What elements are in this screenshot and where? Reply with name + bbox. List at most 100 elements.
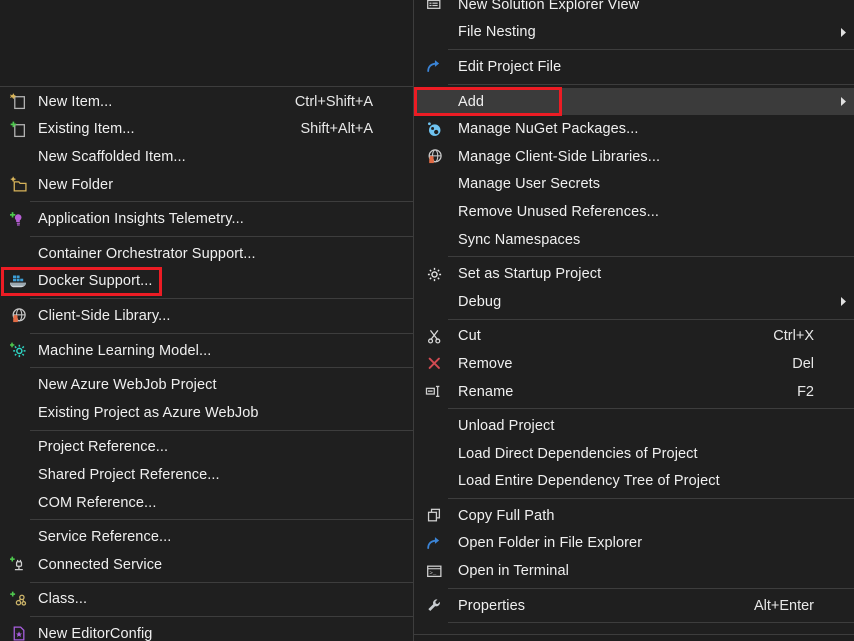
submenu-chevron-right-icon — [832, 27, 854, 38]
menu-item-label: New EditorConfig — [36, 626, 391, 641]
menu-item-label: Remove Unused References... — [454, 204, 832, 220]
menu-item-label: New Azure WebJob Project — [36, 377, 391, 393]
add-submenu[interactable]: New Item...Ctrl+Shift+A Existing Item...… — [0, 86, 414, 641]
menu-item-label: Open in Terminal — [454, 563, 832, 579]
screen: New Item...Ctrl+Shift+A Existing Item...… — [0, 0, 854, 641]
menu-item-open-folder-in-file-explorer[interactable]: Open Folder in File Explorer — [414, 530, 854, 558]
menu-item-properties[interactable]: PropertiesAlt+Enter — [414, 592, 854, 620]
menu-item-label: Copy Full Path — [454, 508, 832, 524]
menu-item-project-reference[interactable]: Project Reference... — [0, 434, 413, 462]
menu-item-file-nesting[interactable]: File Nesting — [414, 19, 854, 47]
menu-item-icon-placeholder — [0, 371, 36, 399]
menu-item-icon-placeholder — [414, 88, 454, 116]
menu-item-new-folder[interactable]: New Folder — [0, 171, 413, 199]
menu-item-add[interactable]: Add — [414, 88, 854, 116]
menu-item-machine-learning-model[interactable]: Machine Learning Model... — [0, 337, 413, 365]
menu-item-label: COM Reference... — [36, 495, 391, 511]
menu-separator — [30, 519, 413, 520]
menu-item-icon-placeholder — [414, 440, 454, 468]
menu-separator — [30, 582, 413, 583]
menu-item-label: Connected Service — [36, 557, 391, 573]
terminal-icon: >_ — [414, 557, 454, 585]
menu-separator — [448, 498, 854, 499]
menu-item-sync-namespaces[interactable]: Sync Namespaces — [414, 226, 854, 254]
menu-item-label: Application Insights Telemetry... — [36, 211, 391, 227]
menu-item-label: Debug — [454, 294, 832, 310]
menu-item-manage-user-secrets[interactable]: Manage User Secrets — [414, 171, 854, 199]
menu-item-label: Client-Side Library... — [36, 308, 391, 324]
menu-item-load-direct-dependencies-of-project[interactable]: Load Direct Dependencies of Project — [414, 440, 854, 468]
menu-item-com-reference[interactable]: COM Reference... — [0, 489, 413, 517]
remove-icon — [414, 350, 454, 378]
menu-item-docker-support[interactable]: Docker Support... — [0, 268, 413, 296]
menu-item-label: Add — [454, 94, 832, 110]
menu-item-service-reference[interactable]: Service Reference... — [0, 523, 413, 551]
menu-separator — [30, 333, 413, 334]
menu-item-label: New Scaffolded Item... — [36, 149, 391, 165]
menu-item-container-orchestrator-support[interactable]: Container Orchestrator Support... — [0, 240, 413, 268]
menu-item-new-scaffolded-item[interactable]: New Scaffolded Item... — [0, 143, 413, 171]
menu-item-existing-item[interactable]: Existing Item...Shift+Alt+A — [0, 116, 413, 144]
menu-item-new-editorconfig[interactable]: New EditorConfig — [0, 620, 413, 641]
gear-icon — [414, 260, 454, 288]
menu-item-edit-project-file[interactable]: Edit Project File — [414, 53, 854, 81]
menu-item-remove-unused-references[interactable]: Remove Unused References... — [414, 198, 854, 226]
cut-icon — [414, 323, 454, 351]
menu-item-shortcut: Del — [792, 356, 832, 372]
menu-item-rename[interactable]: RenameF2 — [414, 378, 854, 406]
menu-item-cut[interactable]: CutCtrl+X — [414, 323, 854, 351]
menu-item-new-item[interactable]: New Item...Ctrl+Shift+A — [0, 88, 413, 116]
menu-item-label: Sync Namespaces — [454, 232, 832, 248]
menu-item-copy-full-path[interactable]: Copy Full Path — [414, 502, 854, 530]
editorconfig-icon — [0, 620, 36, 641]
menu-item-debug[interactable]: Debug — [414, 288, 854, 316]
menu-item-label: Cut — [454, 328, 773, 344]
client-side-library-icon — [0, 302, 36, 330]
menu-item-new-solution-explorer-view[interactable]: New Solution Explorer View — [414, 0, 854, 19]
menu-item-label: Load Direct Dependencies of Project — [454, 446, 832, 462]
menu-item-client-side-library[interactable]: Client-Side Library... — [0, 302, 413, 330]
menu-separator — [30, 298, 413, 299]
menu-item-set-as-startup-project[interactable]: Set as Startup Project — [414, 260, 854, 288]
docker-icon — [0, 268, 36, 296]
menu-item-label: Existing Project as Azure WebJob — [36, 405, 391, 421]
menu-item-existing-project-as-azure-webjob[interactable]: Existing Project as Azure WebJob — [0, 399, 413, 427]
menu-separator — [448, 319, 854, 320]
menu-item-label: New Folder — [36, 177, 391, 193]
menu-item-load-entire-dependency-tree-of-project[interactable]: Load Entire Dependency Tree of Project — [414, 468, 854, 496]
menu-item-shortcut: F2 — [797, 384, 832, 400]
menu-item-label: Manage User Secrets — [454, 176, 832, 192]
menu-item-label: Properties — [454, 598, 754, 614]
svg-text:>_: >_ — [429, 569, 436, 576]
menu-item-remove[interactable]: RemoveDel — [414, 350, 854, 378]
menu-item-new-azure-webjob-project[interactable]: New Azure WebJob Project — [0, 371, 413, 399]
menu-item-application-insights-telemetry[interactable]: Application Insights Telemetry... — [0, 205, 413, 233]
menu-item-manage-nuget-packages[interactable]: Manage NuGet Packages... — [414, 115, 854, 143]
menu-item-label: New Item... — [36, 94, 295, 110]
menu-item-label: File Nesting — [454, 24, 832, 40]
nuget-icon — [414, 115, 454, 143]
menu-separator — [448, 408, 854, 409]
connected-service-icon — [0, 551, 36, 579]
menu-item-unload-project[interactable]: Unload Project — [414, 412, 854, 440]
menu-item-open-in-terminal[interactable]: >_ Open in Terminal — [414, 557, 854, 585]
menu-item-shared-project-reference[interactable]: Shared Project Reference... — [0, 461, 413, 489]
menu-item-class[interactable]: Class... — [0, 586, 413, 614]
menu-item-label: Class... — [36, 591, 391, 607]
menu-item-label: Rename — [454, 384, 797, 400]
menu-item-label: Existing Item... — [36, 121, 300, 137]
menu-item-icon-placeholder — [0, 523, 36, 551]
menu-separator — [30, 430, 413, 431]
menu-item-manage-client-side-libraries[interactable]: Manage Client-Side Libraries... — [414, 143, 854, 171]
menu-separator — [30, 236, 413, 237]
menu-separator — [448, 49, 854, 50]
menu-item-icon-placeholder — [414, 468, 454, 496]
menu-item-label: Unload Project — [454, 418, 832, 434]
menu-item-shortcut: Alt+Enter — [754, 598, 832, 614]
solution-explorer-icon — [414, 0, 454, 19]
menu-item-icon-placeholder — [0, 399, 36, 427]
project-context-menu[interactable]: New Solution Explorer View File Nesting E… — [413, 0, 854, 635]
menu-item-connected-service[interactable]: Connected Service — [0, 551, 413, 579]
menu-item-label: Service Reference... — [36, 529, 391, 545]
menu-item-icon-placeholder — [414, 19, 454, 47]
